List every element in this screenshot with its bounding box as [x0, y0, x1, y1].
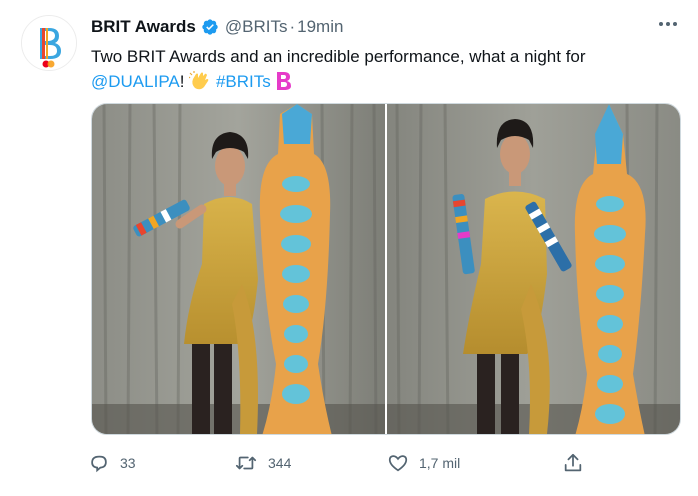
separator-dot: ·: [289, 17, 296, 36]
photo-2-image: [387, 104, 680, 434]
reply-button[interactable]: 33: [88, 452, 136, 474]
tweet-text: Two BRIT Awards and an incredible perfor…: [91, 44, 651, 94]
like-count: 1,7 mil: [419, 455, 461, 471]
share-button[interactable]: [562, 452, 584, 474]
photo-1-image: [92, 104, 385, 434]
tweet: BRIT Awards @BRITs · 19min Two BRIT Awar…: [0, 0, 698, 496]
reply-icon: [91, 455, 107, 473]
hashtag-link[interactable]: #BRITs: [216, 72, 271, 91]
share-icon: [564, 453, 582, 472]
account-name[interactable]: BRIT Awards: [91, 17, 196, 37]
media-grid: [91, 103, 681, 435]
avatar[interactable]: [21, 15, 77, 71]
retweet-button[interactable]: 344: [234, 452, 291, 474]
tweet-timestamp[interactable]: 19min: [297, 17, 343, 37]
retweet-icon: [235, 456, 257, 470]
like-icon: [388, 455, 408, 472]
reply-count: 33: [120, 455, 136, 471]
tweet-text-part1: Two BRIT Awards and an incredible perfor…: [91, 47, 586, 66]
brit-logo-icon: [277, 72, 292, 90]
tweet-text-part2: !: [179, 72, 185, 91]
more-options-icon[interactable]: [654, 14, 682, 34]
verified-badge-icon: [202, 19, 218, 35]
clapping-hands-icon: [189, 71, 209, 90]
like-button[interactable]: 1,7 mil: [387, 452, 460, 474]
mention-link[interactable]: @DUALIPA: [91, 72, 180, 91]
tweet-actions: 33 344 1,7 mil: [88, 448, 598, 478]
photo-1[interactable]: [92, 104, 385, 434]
brit-avatar-logo-icon: [22, 16, 76, 70]
account-handle[interactable]: @BRITs: [225, 17, 288, 37]
retweet-count: 344: [268, 455, 292, 471]
tweet-header: BRIT Awards @BRITs · 19min: [91, 16, 678, 38]
photo-2[interactable]: [387, 104, 680, 434]
